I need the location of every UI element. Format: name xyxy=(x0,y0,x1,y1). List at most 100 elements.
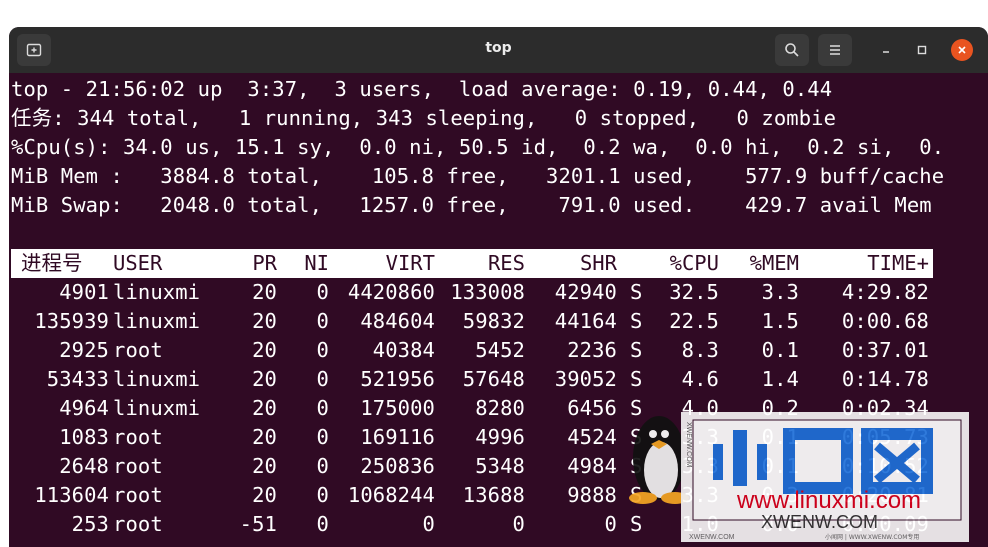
col-shr: SHR xyxy=(579,251,617,275)
res-cell: 0 xyxy=(512,512,525,536)
pid-cell: 2925 xyxy=(59,338,109,362)
state-cell: S xyxy=(630,309,643,333)
watermark-side-text: XWENW.COM xyxy=(685,422,692,468)
virt-cell: 484604 xyxy=(360,309,435,333)
user-cell: linuxmi xyxy=(113,280,201,304)
close-icon xyxy=(958,46,966,54)
cpu-line: %Cpu(s): 34.0 us, 15.1 sy, 0.0 ni, 50.5 … xyxy=(11,135,945,159)
mem-cell: 1.5 xyxy=(761,309,799,333)
shr-cell: 2236 xyxy=(567,338,617,362)
virt-cell: 4420860 xyxy=(347,280,435,304)
process-row: 4901 linuxmi 20 0 4420860 133008 42940 S 32.5 3.3… xyxy=(11,278,941,307)
res-cell: 133008 xyxy=(450,280,525,304)
tasks-line: 任务: 344 total, 1 running, 343 sleeping, … xyxy=(11,106,837,130)
virt-cell: 0 xyxy=(422,512,435,536)
ni-cell: 0 xyxy=(316,280,329,304)
pid-cell: 2648 xyxy=(59,454,109,478)
search-icon xyxy=(785,43,799,57)
cpu-cell: 4.6 xyxy=(681,367,719,391)
col-cpu: %CPU xyxy=(669,251,719,275)
shr-cell: 9888 xyxy=(567,483,617,507)
ni-cell: 0 xyxy=(316,512,329,536)
virt-cell: 521956 xyxy=(360,367,435,391)
virt-cell: 175000 xyxy=(360,396,435,420)
ni-cell: 0 xyxy=(316,483,329,507)
pid-cell: 135939 xyxy=(34,309,109,333)
xwenw-watermark: www.linuxmi.com XWENW.COM XWENW.COM 小闻网 … xyxy=(629,412,969,542)
pid-cell: 1083 xyxy=(59,425,109,449)
res-cell: 4996 xyxy=(475,425,525,449)
terminal-window: top top - 21:56:02 up 3:37, 3 users, loa… xyxy=(9,27,988,547)
user-cell: root xyxy=(113,512,163,536)
pid-cell: 4901 xyxy=(59,280,109,304)
col-pid: 进程号 xyxy=(21,251,83,275)
tux-penguin-logo xyxy=(629,416,689,504)
user-cell: root xyxy=(113,338,163,362)
user-cell: linuxmi xyxy=(113,367,201,391)
process-row: 53433 linuxmi 20 0 521956 57648 39052 S 4.6 1.4 0:… xyxy=(11,365,941,394)
title-bar: top xyxy=(9,27,988,73)
time-cell: 0:14.78 xyxy=(841,367,929,391)
menu-button[interactable] xyxy=(818,34,852,66)
pr-cell: 20 xyxy=(252,309,277,333)
ni-cell: 0 xyxy=(316,367,329,391)
watermark-bottom-right: 小闻网 | WWW.XWENW.COM专用 xyxy=(825,533,919,541)
state-cell: S xyxy=(630,367,643,391)
col-ni: NI xyxy=(304,251,329,275)
mem-cell: 1.4 xyxy=(761,367,799,391)
ni-cell: 0 xyxy=(316,425,329,449)
maximize-button[interactable] xyxy=(911,39,933,61)
col-user: USER xyxy=(113,251,163,275)
process-row: 2925 root 20 0 40384 5452 2236 S 8.3 0.1 0:37.01 xyxy=(11,336,941,365)
user-cell: linuxmi xyxy=(113,396,201,420)
search-button[interactable] xyxy=(775,34,809,66)
pr-cell: -51 xyxy=(239,512,277,536)
ni-cell: 0 xyxy=(316,396,329,420)
user-cell: root xyxy=(113,483,163,507)
shr-cell: 44164 xyxy=(554,309,617,333)
time-cell: 0:37.01 xyxy=(841,338,929,362)
virt-cell: 169116 xyxy=(360,425,435,449)
pr-cell: 20 xyxy=(252,454,277,478)
res-cell: 59832 xyxy=(462,309,525,333)
maximize-icon xyxy=(917,45,927,55)
col-mem: %MEM xyxy=(749,251,799,275)
res-cell: 5452 xyxy=(475,338,525,362)
shr-cell: 6456 xyxy=(567,396,617,420)
shr-cell: 4984 xyxy=(567,454,617,478)
res-cell: 13688 xyxy=(462,483,525,507)
res-cell: 8280 xyxy=(475,396,525,420)
pid-cell: 4964 xyxy=(59,396,109,420)
minimize-icon xyxy=(883,51,889,53)
watermark-site: XWENW.COM xyxy=(761,512,878,532)
time-cell: 4:29.82 xyxy=(841,280,929,304)
col-pr: PR xyxy=(252,251,277,275)
close-button[interactable] xyxy=(951,39,973,61)
time-cell: 0:00.68 xyxy=(841,309,929,333)
col-time: TIME+ xyxy=(867,251,929,275)
cpu-cell: 32.5 xyxy=(669,280,719,304)
process-table-header: 进程号 USER PR NI VIRT RES SHR %CPU %MEM TI… xyxy=(11,249,933,278)
virt-cell: 40384 xyxy=(372,338,435,362)
col-res: RES xyxy=(487,251,525,275)
pr-cell: 20 xyxy=(252,396,277,420)
minimize-button[interactable] xyxy=(875,39,897,61)
terminal-output[interactable]: top - 21:56:02 up 3:37, 3 users, load av… xyxy=(9,73,988,547)
pr-cell: 20 xyxy=(252,425,277,449)
res-cell: 57648 xyxy=(462,367,525,391)
ni-cell: 0 xyxy=(316,309,329,333)
state-cell: S xyxy=(630,338,643,362)
watermark-bottom-left: XWENW.COM xyxy=(689,534,735,541)
hamburger-menu-icon xyxy=(830,45,840,55)
virt-cell: 1068244 xyxy=(347,483,435,507)
shr-cell: 39052 xyxy=(554,367,617,391)
user-cell: root xyxy=(113,454,163,478)
user-cell: root xyxy=(113,425,163,449)
pid-cell: 253 xyxy=(71,512,109,536)
state-cell: S xyxy=(630,280,643,304)
cpu-cell: 8.3 xyxy=(681,338,719,362)
mem-cell: 3.3 xyxy=(761,280,799,304)
col-virt: VIRT xyxy=(385,251,435,275)
virt-cell: 250836 xyxy=(360,454,435,478)
shr-cell: 42940 xyxy=(554,280,617,304)
